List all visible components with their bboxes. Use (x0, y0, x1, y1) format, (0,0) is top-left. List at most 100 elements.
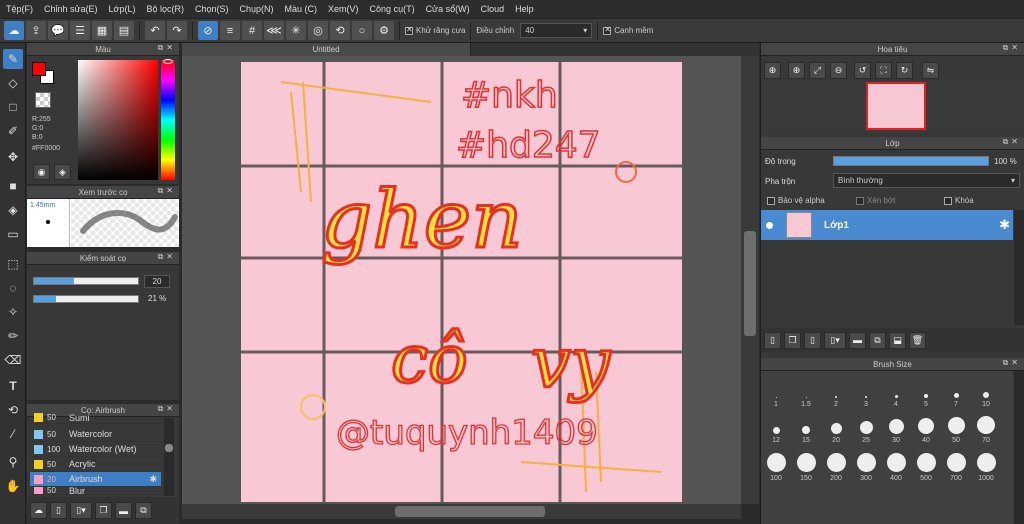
menu-window[interactable]: Cửa sổ(W) (426, 4, 470, 14)
menu-select[interactable]: Chọn(S) (195, 4, 229, 14)
transparent-color-swatch[interactable] (35, 92, 51, 108)
brush-size-20[interactable]: 20 (822, 414, 850, 444)
panel-float-close-icon[interactable]: ⧉✕ (158, 252, 176, 262)
rotate-left-icon[interactable]: ↺ (854, 62, 871, 79)
eye-icon[interactable] (766, 221, 773, 229)
hand-tool-icon[interactable]: ✋ (3, 476, 23, 496)
palette-icon[interactable]: ◈ (54, 164, 71, 180)
new-brush-icon[interactable]: ▯ (50, 502, 67, 519)
horizontal-scrollbar[interactable] (182, 504, 741, 519)
brush-size-700[interactable]: 700 (942, 452, 970, 482)
brush-size-7[interactable]: 7 (942, 378, 970, 408)
snap-ellipse-icon[interactable]: ○ (352, 21, 372, 40)
brush-size-12[interactable]: 12 (762, 414, 790, 444)
new-halftone-layer-icon[interactable]: ❐ (784, 331, 801, 349)
brush-size-slider[interactable] (33, 277, 139, 285)
brush-size-40[interactable]: 40 (912, 414, 940, 444)
material-icon[interactable]: ▤ (114, 21, 134, 40)
brush-list-scrollbar[interactable] (164, 418, 174, 496)
list-icon[interactable]: ☰ (70, 21, 90, 40)
brush-item-blur[interactable]: 50 Blur (30, 487, 161, 495)
menu-cloud[interactable]: Cloud (481, 4, 505, 14)
panel-float-close-icon[interactable]: ⧉✕ (1003, 43, 1021, 53)
brush-size-200[interactable]: 200 (822, 452, 850, 482)
horizontal-scroll-thumb[interactable] (395, 506, 545, 517)
gear-icon[interactable]: ✱ (999, 217, 1010, 233)
brush-size-70[interactable]: 70 (972, 414, 1000, 444)
brush-size-50[interactable]: 50 (942, 414, 970, 444)
brush-size-300[interactable]: 300 (852, 452, 880, 482)
new-layer-icon[interactable]: ▯ (764, 331, 781, 349)
snap-perspective-icon[interactable]: ⋘ (264, 21, 284, 40)
brush-size-25[interactable]: 25 (852, 414, 880, 444)
undo-icon[interactable]: ↶ (145, 21, 165, 40)
menu-view[interactable]: Xem(V) (328, 4, 359, 14)
brush-size-scrollbar[interactable] (1014, 371, 1024, 524)
saturation-value-picker[interactable] (78, 60, 158, 180)
select-tool-icon[interactable]: ⬚ (3, 254, 23, 274)
brush-item-acrylic[interactable]: 50 Acrylic (30, 457, 161, 472)
document-tab[interactable]: Untitled (182, 43, 471, 56)
antialias-checkbox[interactable]: Khử răng cưa (405, 25, 465, 35)
menu-edit[interactable]: Chỉnh sửa(E) (44, 4, 98, 14)
select-eraser-tool-icon[interactable]: ⌫ (3, 350, 23, 370)
copy-brush-icon[interactable]: ❐ (95, 502, 112, 519)
brush-tool-icon[interactable]: ✎ (3, 49, 23, 69)
hue-slider[interactable] (161, 60, 175, 180)
actual-size-icon[interactable]: ⛶ (875, 62, 892, 79)
panel-float-close-icon[interactable]: ⧉✕ (1003, 137, 1021, 147)
rotate-right-icon[interactable]: ↻ (896, 62, 913, 79)
menu-color[interactable]: Màu (C) (285, 4, 318, 14)
color-wheel-icon[interactable]: ◉ (33, 164, 50, 180)
scroll-thumb[interactable] (165, 444, 173, 452)
brush-size-4[interactable]: 4 (882, 378, 910, 408)
folder-icon[interactable]: ▬ (849, 331, 866, 349)
blur-tool-icon[interactable]: ✐ (3, 121, 23, 141)
brush-size-5[interactable]: 5 (912, 378, 940, 408)
magic-wand-tool-icon[interactable]: ✧ (3, 302, 23, 322)
brush-size-100[interactable]: 100 (762, 452, 790, 482)
zoom-in-icon[interactable]: ⊕ (764, 62, 781, 79)
brush-size-400[interactable]: 400 (882, 452, 910, 482)
smooth-edge-checkbox[interactable]: Cạnh mềm (603, 25, 653, 35)
brush-item-sumi[interactable]: 50 Sumi (30, 412, 161, 424)
brush-size-value[interactable]: 20 (144, 275, 170, 288)
brush-size-150[interactable]: 150 (792, 452, 820, 482)
folder-icon[interactable]: ▬ (115, 502, 132, 519)
navigator-preview-area[interactable] (761, 80, 1024, 133)
move-tool-icon[interactable]: ✥ (3, 147, 23, 167)
snap-curve-icon[interactable]: ⟲ (330, 21, 350, 40)
duplicate-icon[interactable]: ⧉ (135, 502, 152, 519)
divide-tool-icon[interactable]: ⁄ (3, 424, 23, 444)
lasso-tool-icon[interactable]: ◌ (3, 278, 23, 298)
artwork-canvas[interactable]: #nkh #hd247 ghen cô vy @tuquynh1409 (241, 62, 682, 502)
menu-snap[interactable]: Chụp(N) (240, 4, 274, 14)
new-8bit-layer-icon[interactable]: ▯ (804, 331, 821, 349)
delete-layer-icon[interactable]: 🗑 (909, 331, 926, 349)
merge-layer-icon[interactable]: ⬓ (889, 331, 906, 349)
brush-item-airbrush[interactable]: 20 Airbrush ✱ (30, 472, 161, 487)
brush-size-30[interactable]: 30 (882, 414, 910, 444)
brush-opacity-slider[interactable] (33, 295, 139, 303)
adjust-combo[interactable]: 40 ▾ (520, 23, 593, 38)
brush-size-10[interactable]: 10 (972, 378, 1000, 408)
brush-size-500[interactable]: 500 (912, 452, 940, 482)
zoom-out-icon[interactable]: ⊖ (830, 62, 847, 79)
share-icon[interactable]: ⇪ (26, 21, 46, 40)
select-pen-tool-icon[interactable]: ✏ (3, 326, 23, 346)
menu-file[interactable]: Tệp(F) (6, 4, 33, 14)
fit-icon[interactable]: ⤢ (809, 62, 826, 79)
menu-filter[interactable]: Bộ lọc(R) (146, 4, 184, 14)
layer-row-layer1[interactable]: Lớp1 ✱ (761, 210, 1013, 240)
vertical-scroll-thumb[interactable] (744, 231, 756, 336)
flip-icon[interactable]: ⇋ (922, 62, 939, 79)
text-tool-icon[interactable]: T (3, 376, 23, 396)
dot-tool-icon[interactable]: □ (3, 97, 23, 117)
menu-tools[interactable]: Công cụ(T) (370, 4, 415, 14)
eraser-tool-icon[interactable]: ◇ (3, 73, 23, 93)
gear-icon[interactable]: ✱ (149, 474, 157, 485)
brush-size-1-5[interactable]: 1.5 (792, 378, 820, 408)
gallery-icon[interactable]: ▦ (92, 21, 112, 40)
duplicate-layer-icon[interactable]: ⧉ (869, 331, 886, 349)
panel-float-close-icon[interactable]: ⧉✕ (158, 43, 176, 53)
